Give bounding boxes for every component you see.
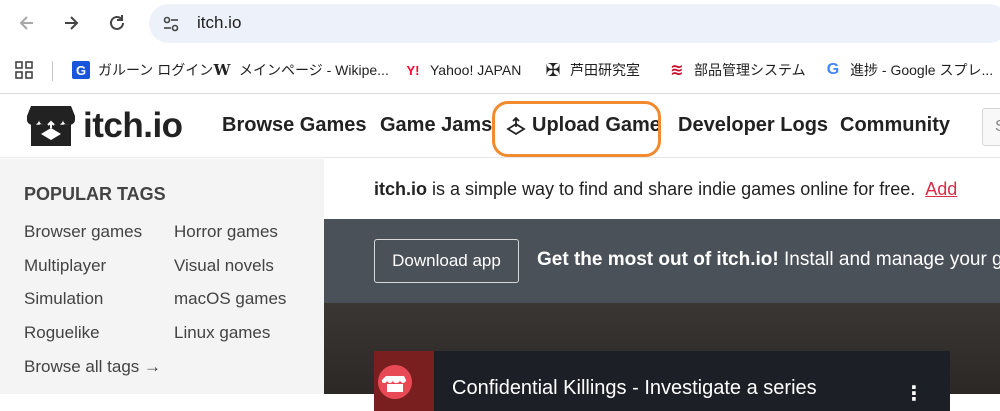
nav-browse-games[interactable]: Browse Games xyxy=(222,114,367,137)
bookmark-label: メインページ - Wikipe... xyxy=(239,62,389,78)
reload-button[interactable] xyxy=(104,10,130,36)
bookmark-yahoo[interactable]: Y! Yahoo! JAPAN xyxy=(402,59,522,81)
tag-link[interactable]: macOS games xyxy=(174,289,286,309)
address-bar[interactable]: itch.io xyxy=(149,4,1000,43)
banner-bold-text: Get the most out of itch.io! xyxy=(537,249,779,270)
site-tagline: itch.io is a simple way to find and shar… xyxy=(374,179,957,200)
nav-game-jams[interactable]: Game Jams xyxy=(380,114,492,137)
tag-link[interactable]: Roguelike xyxy=(24,323,100,343)
bookmarks-bar: G ガルーン ログイン W メインページ - Wikipe... Y! Yaho… xyxy=(0,47,1000,94)
itchio-logo[interactable]: itch.io xyxy=(27,103,183,149)
video-title: Confidential Killings - Investigate a se… xyxy=(452,377,817,399)
bookmark-label: Yahoo! JAPAN xyxy=(430,62,522,78)
app-promo-banner: Download app Get the most out of itch.io… xyxy=(324,219,1000,303)
url-text: itch.io xyxy=(197,13,242,32)
popular-tags-sidebar: POPULAR TAGS Browser games Multiplayer S… xyxy=(0,159,324,394)
add-game-link[interactable]: Add xyxy=(925,179,957,199)
featured-video-player[interactable]: Confidential Killings - Investigate a se… xyxy=(374,351,950,411)
bookmark-label: 部品管理システム xyxy=(694,62,806,78)
logo-text: itch.io xyxy=(83,106,183,145)
apps-button[interactable] xyxy=(14,59,34,81)
highlight-annotation xyxy=(492,101,661,157)
apps-grid-icon xyxy=(15,61,33,79)
nav-community[interactable]: Community xyxy=(840,114,950,137)
bookmark-garoon[interactable]: G ガルーン ログイン xyxy=(72,59,213,81)
bookmark-label: 芦田研究室 xyxy=(570,62,640,78)
forward-button[interactable] xyxy=(58,10,84,36)
tag-link[interactable]: Horror games xyxy=(174,222,278,242)
itchio-storefront-icon xyxy=(27,106,75,146)
tag-link[interactable]: Simulation xyxy=(24,289,103,309)
tag-link[interactable]: Visual novels xyxy=(174,256,274,276)
tag-link[interactable]: Linux games xyxy=(174,323,270,343)
tag-link[interactable]: Multiplayer xyxy=(24,256,106,276)
bookmark-parts-system[interactable]: ≋ 部品管理システム xyxy=(668,59,806,81)
bookmark-google-sheets[interactable]: G 進捗 - Google スプレ... xyxy=(824,59,993,81)
banner-text: Get the most out of itch.io! Install and… xyxy=(537,249,1000,271)
arrow-right-icon xyxy=(65,16,79,30)
site-info-icon[interactable] xyxy=(162,15,180,33)
tagline-text: is a simple way to find and share indie … xyxy=(427,179,916,199)
search-input[interactable]: S xyxy=(982,108,1000,146)
google-icon: G xyxy=(826,61,840,78)
banner-rest-text: Install and manage your g xyxy=(778,249,1000,270)
tagline-brand: itch.io xyxy=(374,179,427,199)
featured-video-area: Confidential Killings - Investigate a se… xyxy=(324,303,1000,411)
browse-all-tags-link[interactable]: Browse all tags → xyxy=(24,357,161,377)
nav-developer-logs[interactable]: Developer Logs xyxy=(678,114,828,137)
bookmark-label: 進捗 - Google スプレ... xyxy=(850,62,994,78)
yahoo-icon: Y! xyxy=(406,62,420,78)
main-content: itch.io is a simple way to find and shar… xyxy=(324,159,1000,411)
popular-tags-heading: POPULAR TAGS xyxy=(24,184,166,204)
arrow-left-icon xyxy=(19,16,33,30)
reload-icon xyxy=(110,15,124,30)
browser-toolbar: itch.io xyxy=(0,0,1000,47)
bookmark-lab[interactable]: ✠ 芦田研究室 xyxy=(544,59,640,81)
bookmark-label: ガルーン ログイン xyxy=(98,62,214,78)
wikipedia-icon: W xyxy=(213,61,231,79)
garoon-icon: G xyxy=(72,61,90,79)
bookmark-wikipedia[interactable]: W メインページ - Wikipe... xyxy=(213,59,389,81)
tag-link[interactable]: Browser games xyxy=(24,222,142,242)
download-app-button[interactable]: Download app xyxy=(374,239,519,283)
bookmarks-separator xyxy=(52,61,53,81)
back-button[interactable] xyxy=(14,10,40,36)
lab-icon: ✠ xyxy=(545,59,561,80)
parts-system-icon: ≋ xyxy=(670,62,684,79)
